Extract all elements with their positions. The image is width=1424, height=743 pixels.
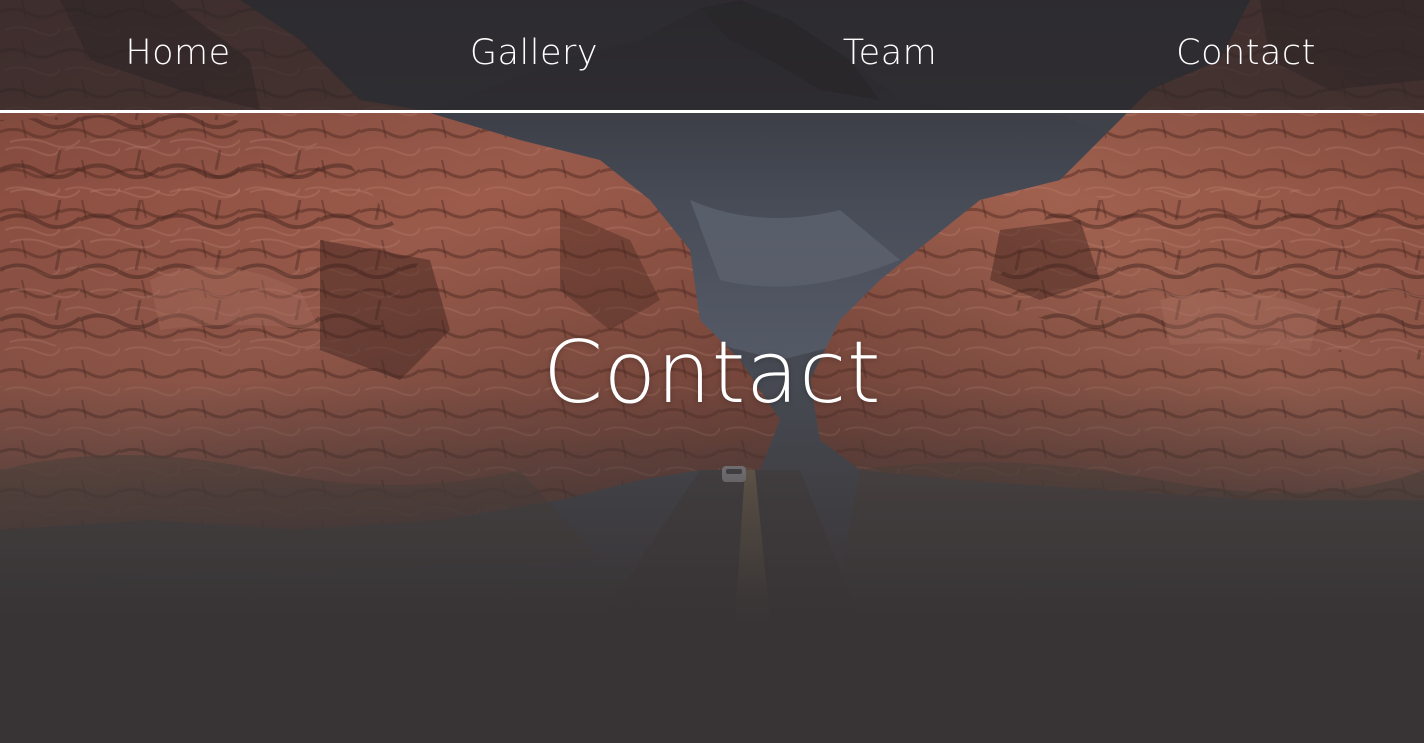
main-navigation: Home Gallery Team Contact bbox=[0, 0, 1424, 113]
nav-item-label: Home bbox=[125, 33, 231, 73]
page: Home Gallery Team Contact Contact bbox=[0, 0, 1424, 743]
nav-list: Home Gallery Team Contact bbox=[0, 0, 1424, 110]
nav-item-home[interactable]: Home bbox=[0, 0, 356, 110]
nav-item-label: Team bbox=[842, 33, 938, 73]
nav-item-contact[interactable]: Contact bbox=[1068, 0, 1424, 110]
nav-item-label: Gallery bbox=[469, 33, 599, 73]
nav-item-label: Contact bbox=[1176, 33, 1316, 73]
page-title: Contact bbox=[542, 323, 882, 423]
nav-item-team[interactable]: Team bbox=[712, 0, 1068, 110]
nav-item-gallery[interactable]: Gallery bbox=[356, 0, 712, 110]
